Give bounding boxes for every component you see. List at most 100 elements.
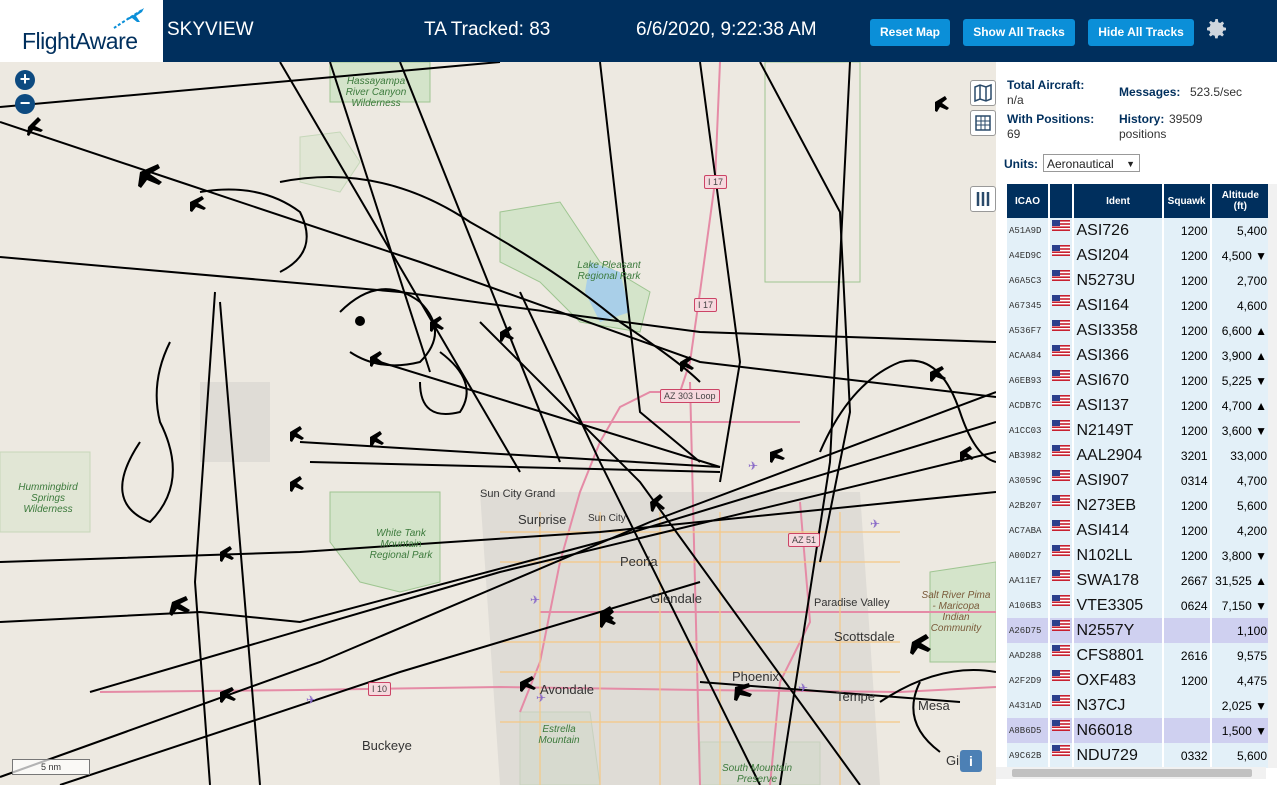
aircraft-altitude: 7,150 ▼ [1211,593,1269,618]
aircraft-squawk: 1200 [1163,418,1210,443]
aircraft-altitude: 5,600 [1211,493,1269,518]
table-row[interactable]: AB3982 AAL2904 3201 33,000 [1007,443,1269,468]
table-row[interactable]: A8B6D5 N66018 1,500 ▼ [1007,718,1269,743]
aircraft-marker-icon [220,687,236,703]
aircraft-altitude: 4,600 [1211,293,1269,318]
vertical-scrollbar[interactable] [1268,184,1277,768]
us-flag-icon [1049,618,1072,643]
us-flag-icon [1049,443,1072,468]
aircraft-icao: A2B207 [1007,493,1048,518]
table-row[interactable]: AA11E7 SWA178 2667 31,525 ▲ [1007,568,1269,593]
aircraft-altitude: 6,600 ▲ [1211,318,1269,343]
label-estrella: Estrella Mountain [538,724,580,746]
us-flag-icon [1049,643,1072,668]
map-canvas[interactable]: ✈✈ ✈✈ ✈✈ [0,62,996,785]
grid-icon [975,115,991,131]
zoom-in-button[interactable]: + [15,70,35,90]
aircraft-marker-icon [370,431,384,447]
svg-text:✈: ✈ [306,693,316,707]
label-lake-pleasant: Lake Pleasant Regional Park [577,260,641,282]
table-row[interactable]: A536F7 ASI3358 1200 6,600 ▲ [1007,318,1269,343]
table-row[interactable]: A51A9D ASI726 1200 5,400 [1007,218,1269,243]
table-row[interactable]: ACDB7C ASI137 1200 4,700 ▲ [1007,393,1269,418]
reset-map-button[interactable]: Reset Map [870,19,950,46]
svg-text:✈: ✈ [798,681,808,695]
aircraft-ident: SWA178 [1074,568,1162,593]
flightaware-logo[interactable]: FlightAware [0,0,163,62]
table-row[interactable]: A106B3 VTE3305 0624 7,150 ▼ [1007,593,1269,618]
us-flag-icon [1049,243,1072,268]
aircraft-table-header: ICAO Ident Squawk Altitude (ft) [1007,184,1269,218]
aircraft-ident: N66018 [1074,718,1162,743]
col-squawk[interactable]: Squawk [1163,184,1210,218]
city-buckeye: Buckeye [362,738,412,753]
city-paradise-valley: Paradise Valley [814,597,890,609]
city-avondale: Avondale [540,682,594,697]
table-row[interactable]: A9C62B NDU729 0332 5,600 [1007,743,1269,768]
gear-icon[interactable] [1205,17,1229,41]
table-row[interactable]: A2B207 N273EB 1200 5,600 [1007,493,1269,518]
table-row[interactable]: A6EB93 ASI670 1200 5,225 ▼ [1007,368,1269,393]
map-layers-button[interactable] [970,80,996,106]
total-aircraft-value: n/a [1007,93,1024,107]
grid-toggle-button[interactable] [970,110,996,136]
aircraft-icao: A3059C [1007,468,1048,493]
table-row[interactable]: AAD288 CFS8801 2616 9,575 [1007,643,1269,668]
aircraft-altitude: 2,700 [1211,268,1269,293]
table-row[interactable]: A00D27 N102LL 1200 3,800 ▼ [1007,543,1269,568]
aircraft-marker-icon [290,426,304,442]
horizontal-scrollbar-thumb[interactable] [1012,769,1252,777]
table-row[interactable]: A67345 ASI164 1200 4,600 [1007,293,1269,318]
col-icao[interactable]: ICAO [1007,184,1048,218]
aircraft-ident: ASI907 [1074,468,1162,493]
table-row[interactable]: A2F2D9 OXF483 1200 4,475 [1007,668,1269,693]
us-flag-icon [1049,218,1072,243]
zoom-out-button[interactable]: − [15,94,35,114]
table-row[interactable]: A3059C ASI907 0314 4,700 [1007,468,1269,493]
aircraft-squawk: 1200 [1163,318,1210,343]
table-row[interactable]: A1CC03 N2149T 1200 3,600 ▼ [1007,418,1269,443]
aircraft-squawk: 3201 [1163,443,1210,468]
app-name: SKYVIEW [167,19,254,40]
us-flag-icon [1049,543,1072,568]
map-view[interactable]: ✈ ✈ ✈ ✈ ✈ ✈ Hassayampa River Canyon Wildern… [0,62,996,785]
aircraft-altitude: 3,900 ▲ [1211,343,1269,368]
col-altitude[interactable]: Altitude (ft) [1211,184,1269,218]
aircraft-squawk [1163,718,1210,743]
us-flag-icon [1049,318,1072,343]
aircraft-icao: A6A5C3 [1007,268,1048,293]
aircraft-icao: A51A9D [1007,218,1048,243]
units-select[interactable]: Aeronautical ▼ [1043,154,1140,172]
table-row[interactable]: A431AD N37CJ 2,025 ▼ [1007,693,1269,718]
aircraft-altitude: 2,025 ▼ [1211,693,1269,718]
table-row[interactable]: ACAA84 ASI366 1200 3,900 ▲ [1007,343,1269,368]
city-sun-city-grand: Sun City Grand [480,488,556,500]
aircraft-marker-icon [290,476,304,492]
table-row[interactable]: A6A5C3 N5273U 1200 2,700 [1007,268,1269,293]
info-button[interactable]: i [960,750,982,772]
show-all-tracks-button[interactable]: Show All Tracks [963,19,1075,46]
aircraft-icao: A6EB93 [1007,368,1048,393]
aircraft-altitude: 1,100 [1211,618,1269,643]
aircraft-ident: CFS8801 [1074,643,1162,668]
city-peoria: Peoria [620,554,658,569]
col-ident[interactable]: Ident [1074,184,1162,218]
hide-all-tracks-button[interactable]: Hide All Tracks [1088,19,1194,46]
aircraft-squawk: 1200 [1163,518,1210,543]
col-altitude-unit: (ft) [1233,201,1247,212]
aircraft-marker-icon [370,351,384,367]
table-row[interactable]: AC7ABA ASI414 1200 4,200 [1007,518,1269,543]
aircraft-altitude: 4,475 [1211,668,1269,693]
label-hassayampa: Hassayampa River Canyon Wilderness [345,76,407,109]
aircraft-squawk: 0624 [1163,593,1210,618]
aircraft-squawk: 2667 [1163,568,1210,593]
col-flag[interactable] [1049,184,1073,218]
label-south-mountain: South Mountain Preserve [721,763,793,785]
aircraft-squawk: 2616 [1163,643,1210,668]
us-flag-icon [1049,343,1072,368]
aircraft-altitude: 5,225 ▼ [1211,368,1269,393]
table-row[interactable]: A4ED9C ASI204 1200 4,500 ▼ [1007,243,1269,268]
aircraft-icao: AA11E7 [1007,568,1048,593]
table-row[interactable]: A26D75 N2557Y 1,100 [1007,618,1269,643]
columns-toggle-button[interactable] [970,186,996,212]
